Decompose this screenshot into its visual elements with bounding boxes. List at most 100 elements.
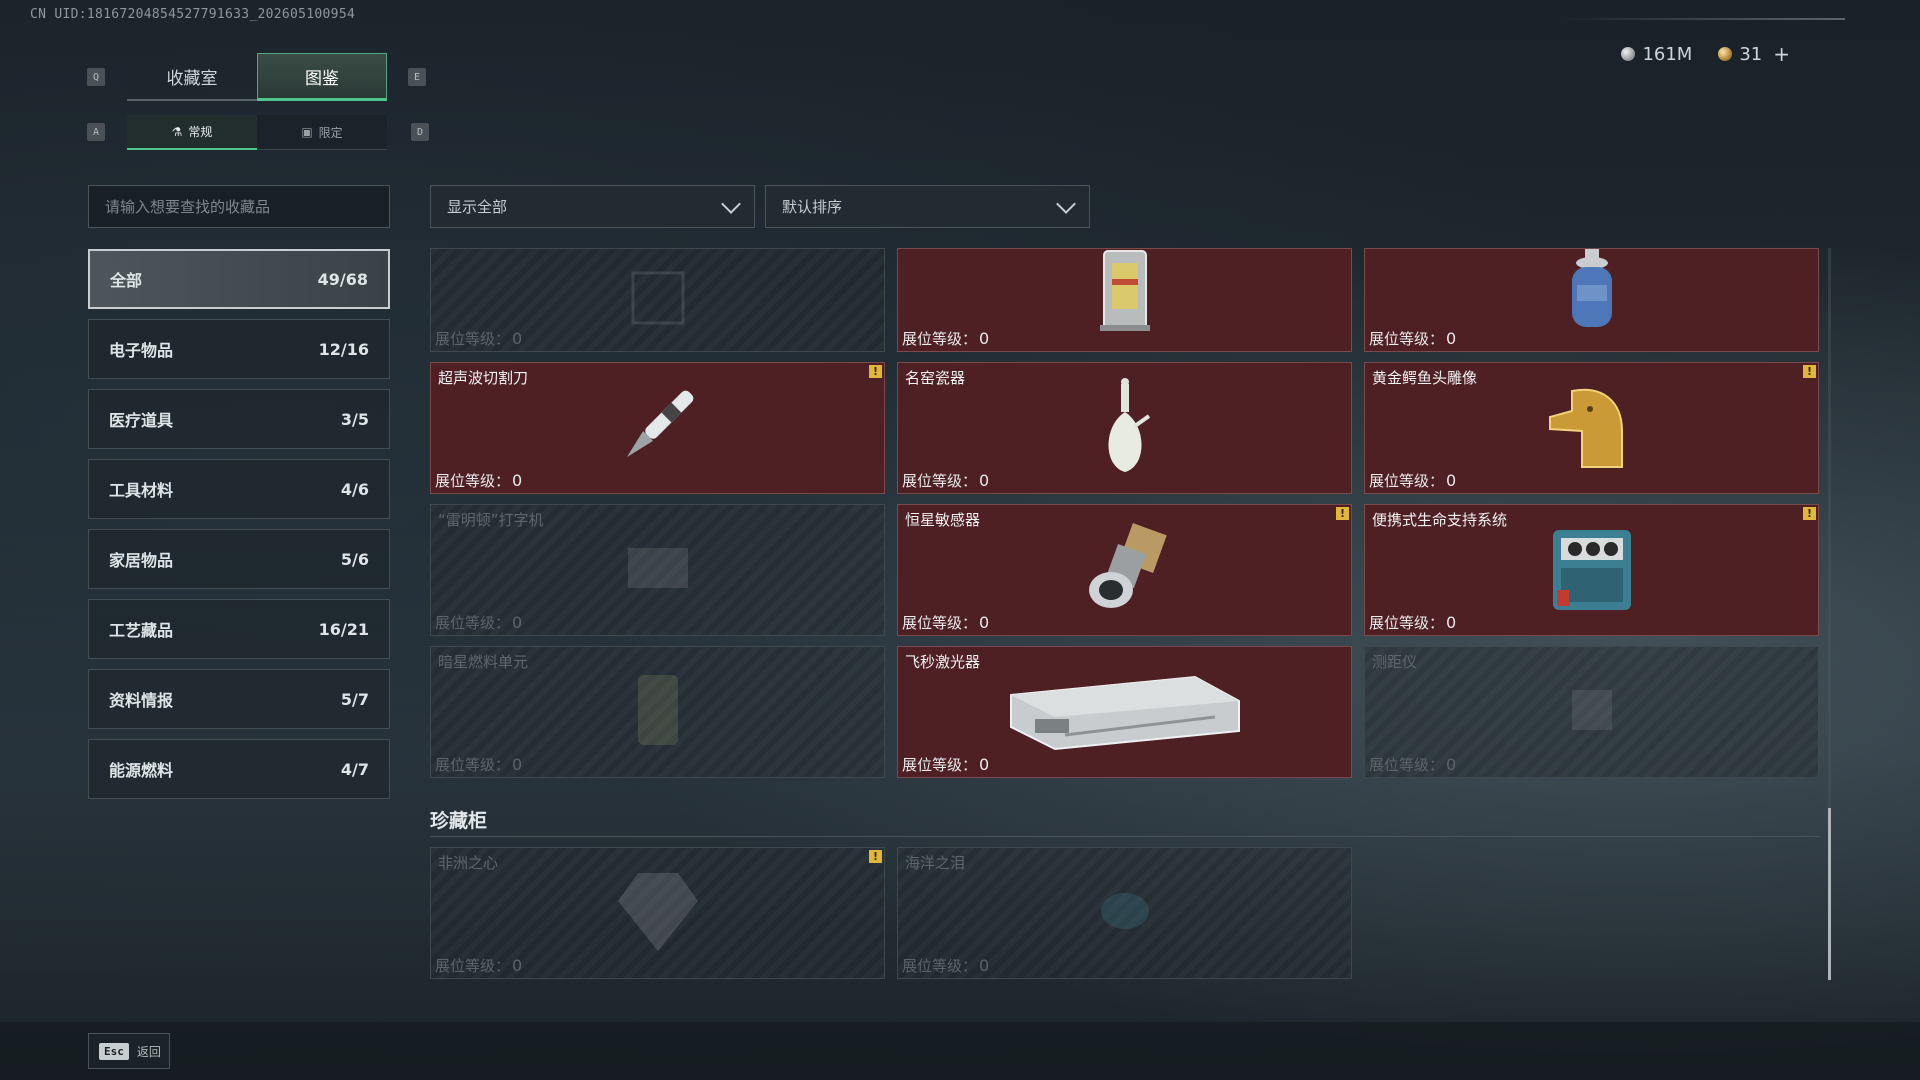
main-tabs: 收藏室 图鉴 — [127, 53, 387, 101]
collection-card[interactable]: 展位等级： 0 — [430, 248, 885, 352]
gem-tear-icon — [1090, 876, 1160, 950]
sort-dropdown[interactable]: 默认排序 — [765, 185, 1090, 228]
key-hint-next-subtab: D — [411, 123, 429, 141]
unknown-item-icon — [623, 268, 693, 332]
gold-coin-icon — [1718, 47, 1733, 61]
category-count: 3/5 — [340, 409, 369, 429]
treasure-card[interactable]: 海洋之泪 展位等级： 0 — [897, 847, 1352, 979]
subtab-limited[interactable]: ▣ 限定 — [257, 115, 387, 150]
treasure-card[interactable]: 非洲之心 ! 展位等级： 0 — [430, 847, 885, 979]
gas-canister-icon — [1557, 249, 1627, 339]
collection-card[interactable]: 飞秒激光器 展位等级： 0 — [897, 646, 1352, 778]
level-label: 展位等级： — [902, 614, 978, 632]
level-label: 展位等级： — [902, 957, 978, 975]
item-name: 测距仪 — [1372, 653, 1418, 671]
add-currency-button[interactable]: + — [1773, 42, 1790, 66]
filter-dropdown-value: 显示全部 — [447, 198, 508, 216]
search-input[interactable]: 请输入想要查找的收藏品 — [88, 185, 390, 228]
footer-bar — [0, 1022, 1920, 1080]
collection-card[interactable]: 测距仪 展位等级： 0 — [1364, 646, 1819, 778]
level-label: 展位等级： — [435, 614, 511, 632]
level-value: 0 — [512, 329, 523, 348]
porcelain-vase-icon — [1095, 376, 1155, 480]
laser-device-icon — [1005, 665, 1245, 759]
tab-catalog[interactable]: 图鉴 — [257, 53, 387, 101]
life-support-icon — [1547, 518, 1637, 622]
level-label: 展位等级： — [435, 330, 511, 348]
player-uid: CN UID:18167204854527791633_202605100954 — [30, 7, 356, 22]
level-value: 0 — [979, 613, 990, 632]
level-label: 展位等级： — [435, 957, 511, 975]
category-label: 工具材料 — [109, 481, 174, 500]
key-hint-prev-tab: Q — [87, 68, 105, 86]
collection-card[interactable]: 暗星燃料单元 展位等级： 0 — [430, 646, 885, 778]
item-name: 名窑瓷器 — [905, 369, 966, 387]
collection-grid: 展位等级： 0 展位等级： 0 展位等级： 0 超声波切割刀 ! 展位等级： 0… — [430, 248, 1820, 988]
back-button[interactable]: Esc 返回 — [88, 1033, 170, 1069]
esc-key-icon: Esc — [99, 1042, 129, 1060]
alert-icon: ! — [869, 850, 882, 863]
flask-icon: ⚗ — [171, 124, 183, 139]
category-crafts[interactable]: 工艺藏品 16/21 — [88, 599, 390, 659]
collection-card[interactable]: 超声波切割刀 ! 展位等级： 0 — [430, 362, 885, 494]
scrollbar-thumb[interactable] — [1828, 808, 1831, 980]
collection-card[interactable]: 便携式生命支持系统 ! 展位等级： 0 — [1364, 504, 1819, 636]
filter-dropdown[interactable]: 显示全部 — [430, 185, 755, 228]
category-electronics[interactable]: 电子物品 12/16 — [88, 319, 390, 379]
category-household[interactable]: 家居物品 5/6 — [88, 529, 390, 589]
alert-icon: ! — [1336, 507, 1349, 520]
collection-card[interactable]: 黄金鳄鱼头雕像 ! 展位等级： 0 — [1364, 362, 1819, 494]
chevron-down-icon — [721, 193, 741, 214]
collection-card[interactable]: 恒星敏感器 ! 展位等级： 0 — [897, 504, 1352, 636]
category-fuel[interactable]: 能源燃料 4/7 — [88, 739, 390, 799]
level-value: 0 — [1446, 471, 1457, 490]
collection-card[interactable]: 展位等级： 0 — [897, 248, 1352, 352]
top-divider — [1560, 18, 1845, 20]
collection-card[interactable]: “雷明顿”打字机 展位等级： 0 — [430, 504, 885, 636]
category-label: 家居物品 — [109, 551, 174, 570]
sub-tabs: ⚗ 常规 ▣ 限定 — [127, 115, 387, 150]
category-count: 5/6 — [340, 549, 369, 569]
category-count: 4/7 — [340, 759, 369, 779]
lantern-icon — [1090, 249, 1160, 339]
tab-collection-room[interactable]: 收藏室 — [127, 53, 257, 101]
subtab-regular[interactable]: ⚗ 常规 — [127, 115, 257, 150]
silver-coin-icon — [1621, 47, 1636, 61]
alert-icon: ! — [1803, 365, 1816, 378]
category-list: 全部 49/68 电子物品 12/16 医疗道具 3/5 工具材料 4/6 家居… — [88, 249, 390, 809]
level-label: 展位等级： — [902, 472, 978, 490]
level-value: 0 — [1446, 755, 1457, 774]
item-name: “雷明顿”打字机 — [438, 511, 544, 529]
star-sensor-icon — [1075, 518, 1175, 622]
category-intel[interactable]: 资料情报 5/7 — [88, 669, 390, 729]
item-name: 恒星敏感器 — [905, 511, 981, 529]
category-all[interactable]: 全部 49/68 — [88, 249, 390, 309]
sort-dropdown-value: 默认排序 — [782, 198, 843, 216]
level-label: 展位等级： — [902, 330, 978, 348]
level-value: 0 — [512, 471, 523, 490]
level-label: 展位等级： — [1369, 756, 1445, 774]
subtab-regular-label: 常规 — [188, 125, 213, 139]
chevron-down-icon — [1056, 193, 1076, 214]
fuel-cell-icon — [623, 665, 693, 759]
level-label: 展位等级： — [1369, 614, 1445, 632]
category-count: 4/6 — [340, 479, 369, 499]
gold-currency[interactable]: 31 + — [1718, 42, 1790, 66]
gold-amount: 31 — [1739, 43, 1763, 65]
category-tools[interactable]: 工具材料 4/6 — [88, 459, 390, 519]
subtab-limited-label: 限定 — [318, 125, 343, 140]
collection-card[interactable]: 名窑瓷器 展位等级： 0 — [897, 362, 1352, 494]
cutter-knife-icon — [613, 376, 703, 480]
gem-heart-icon — [608, 861, 708, 965]
collection-card[interactable]: 展位等级： 0 — [1364, 248, 1819, 352]
category-count: 16/21 — [318, 619, 369, 639]
silver-currency: 161M — [1621, 44, 1692, 65]
category-label: 工艺藏品 — [109, 621, 174, 640]
back-label: 返回 — [136, 1044, 161, 1059]
category-label: 资料情报 — [109, 691, 174, 710]
level-value: 0 — [512, 613, 523, 632]
category-medical[interactable]: 医疗道具 3/5 — [88, 389, 390, 449]
level-value: 0 — [979, 329, 990, 348]
treasure-section-title: 珍藏柜 — [430, 810, 488, 832]
level-value: 0 — [1446, 613, 1457, 632]
